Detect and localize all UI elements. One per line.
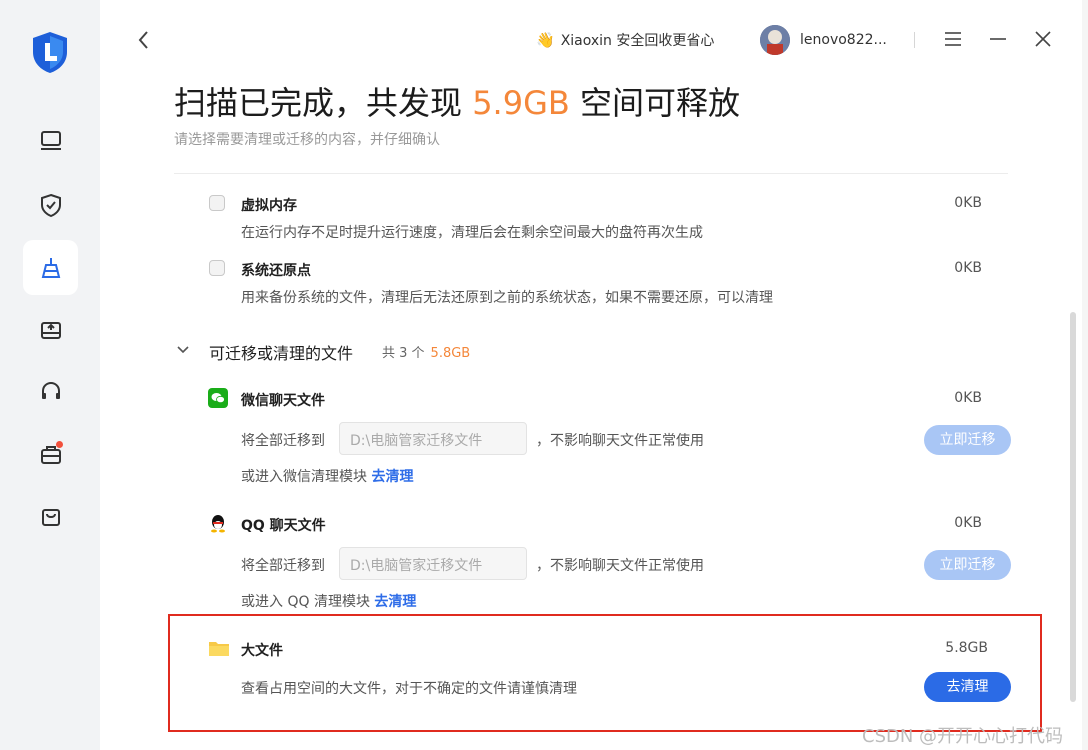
sidebar-item-security[interactable]: [23, 177, 78, 232]
wechat-cleanup-line: 或进入微信清理模块 去清理: [241, 469, 414, 485]
qq-migrate-label: 将全部迁移到: [241, 558, 325, 574]
watermark: CSDN @开开心心打代码: [862, 726, 1064, 747]
sidebar-item-home[interactable]: [23, 113, 78, 168]
minimize-icon[interactable]: [987, 28, 1009, 50]
title-size: 5.9GB: [472, 84, 570, 122]
wechat-migrate-note: ，不影响聊天文件正常使用: [536, 433, 704, 449]
waving-hand-icon: 👋: [536, 31, 555, 49]
scrollbar[interactable]: [1070, 312, 1076, 702]
divider: [174, 173, 1008, 174]
menu-icon[interactable]: [942, 28, 964, 50]
folder-icon: [209, 642, 229, 656]
large-files-cleanup-button[interactable]: 去清理: [924, 672, 1011, 702]
restore-point-title: 系统还原点: [241, 263, 311, 279]
section-count: 共 3 个 5.8GB: [382, 346, 471, 361]
section-title[interactable]: 可迁移或清理的文件: [209, 340, 353, 364]
qq-cleanup-line: 或进入 QQ 清理模块 去清理: [241, 594, 417, 610]
section-size: 5.8GB: [430, 346, 471, 361]
user-account[interactable]: lenovo822...: [760, 25, 887, 55]
highlight-box: [168, 614, 1042, 732]
sidebar-item-support[interactable]: [23, 364, 78, 419]
wechat-migrate-label: 将全部迁移到: [241, 433, 325, 449]
large-files-size: 5.8GB: [945, 640, 988, 656]
qq-path-input[interactable]: D:\电脑管家迁移文件: [339, 547, 527, 580]
large-files-title: 大文件: [241, 643, 283, 659]
virtual-memory-checkbox[interactable]: [209, 195, 225, 211]
drive-upload-icon: [40, 321, 61, 339]
qq-cleanup-link[interactable]: 去清理: [374, 594, 416, 610]
broom-icon: [41, 257, 60, 278]
page-title: 扫描已完成，共发现 5.9GB 空间可释放: [174, 84, 741, 122]
sidebar-item-toolbox[interactable]: [23, 427, 78, 482]
close-icon[interactable]: [1032, 28, 1054, 50]
sidebar-item-cleanup[interactable]: [23, 240, 78, 295]
large-files-desc: 查看占用空间的大文件，对于不确定的文件请谨慎清理: [241, 681, 577, 697]
virtual-memory-desc: 在运行内存不足时提升运行速度，清理后会在剩余空间最大的盘符再次生成: [241, 225, 703, 241]
sidebar-item-store[interactable]: [23, 489, 78, 544]
page-subtitle: 请选择需要清理或迁移的内容，并仔细确认: [174, 132, 440, 148]
promo-banner[interactable]: 👋 Xiaoxin 安全回收更省心: [536, 30, 714, 50]
wechat-title: 微信聊天文件: [241, 393, 325, 409]
avatar: [760, 25, 790, 55]
shopping-bag-icon: [41, 508, 60, 526]
qq-penguin-icon: [211, 515, 225, 533]
wechat-path-input[interactable]: D:\电脑管家迁移文件: [339, 422, 527, 455]
wechat-migrate-button[interactable]: 立即迁移: [924, 425, 1011, 455]
wechat-icon: [208, 388, 228, 408]
notification-dot: [56, 441, 63, 448]
shield-check-icon: [40, 193, 61, 217]
sidebar-item-drive[interactable]: [23, 302, 78, 357]
chevron-down-icon[interactable]: [175, 342, 191, 358]
window-edge: [1082, 0, 1088, 750]
wechat-size: 0KB: [954, 390, 982, 406]
sidebar: [0, 0, 100, 750]
monitor-icon: [40, 130, 61, 150]
restore-point-desc: 用来备份系统的文件，清理后无法还原到之前的系统状态，如果不需要还原，可以清理: [241, 290, 773, 306]
promo-text: Xiaoxin 安全回收更省心: [560, 33, 715, 49]
virtual-memory-title: 虚拟内存: [241, 198, 297, 214]
qq-size: 0KB: [954, 515, 982, 531]
toolbar-divider: [914, 32, 915, 48]
restore-point-size: 0KB: [954, 260, 982, 276]
app-logo-icon: [33, 32, 67, 73]
qq-migrate-note: ，不影响聊天文件正常使用: [536, 558, 704, 574]
headset-icon: [41, 381, 60, 399]
wechat-cleanup-link[interactable]: 去清理: [371, 469, 413, 485]
restore-point-checkbox[interactable]: [209, 260, 225, 276]
qq-migrate-button[interactable]: 立即迁移: [924, 550, 1011, 580]
user-name: lenovo822...: [800, 32, 887, 48]
qq-title: QQ 聊天文件: [241, 518, 326, 534]
back-arrow-icon[interactable]: [134, 28, 154, 52]
virtual-memory-size: 0KB: [954, 195, 982, 211]
